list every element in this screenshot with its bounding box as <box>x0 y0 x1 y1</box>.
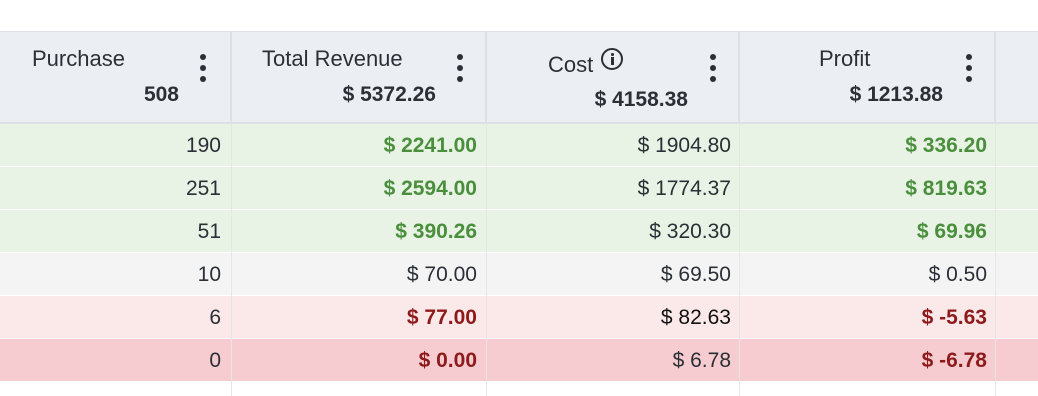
column-title-profit: Profit <box>819 46 871 71</box>
cell-cost: $ 320.30 <box>487 210 740 253</box>
cell-profit: $ -6.78 <box>740 339 996 382</box>
column-total-revenue: $ 5372.26 <box>342 83 436 106</box>
column-title-cost-label: Cost <box>548 52 594 77</box>
table-row[interactable]: 51 $ 390.26 $ 320.30 $ 69.96 <box>0 210 1038 253</box>
data-grid: Purchase 508 Total Revenue $ 5372.26 Cos… <box>0 31 1038 396</box>
column-total-cost: $ 4158.38 <box>594 88 688 111</box>
kebab-menu-icon[interactable] <box>709 54 717 84</box>
column-header-profit[interactable]: Profit $ 1213.88 <box>740 32 996 122</box>
cell-purchase: 0 <box>0 339 232 382</box>
cell-cost: $ 69.50 <box>487 253 740 296</box>
cell-revenue: $ 70.00 <box>232 253 487 296</box>
cell-purchase: 10 <box>0 253 232 296</box>
cell-cost: $ 82.63 <box>487 296 740 339</box>
grid-header: Purchase 508 Total Revenue $ 5372.26 Cos… <box>0 31 1038 124</box>
cell-profit: $ -5.63 <box>740 296 996 339</box>
kebab-menu-icon[interactable] <box>965 54 973 84</box>
cell-profit: $ 69.96 <box>740 210 996 253</box>
info-icon[interactable] <box>601 48 624 70</box>
column-title-cost: Cost <box>548 48 624 78</box>
cell-cost: $ 1904.80 <box>487 124 740 167</box>
table-row[interactable]: 6 $ 77.00 $ 82.63 $ -5.63 <box>0 296 1038 339</box>
cell-purchase: 51 <box>0 210 232 253</box>
cell-profit: $ 336.20 <box>740 124 996 167</box>
column-header-cost[interactable]: Cost $ 4158.38 <box>487 32 740 122</box>
column-title-total-revenue: Total Revenue <box>262 46 403 71</box>
cell-purchase: 251 <box>0 167 232 210</box>
table-row[interactable]: 190 $ 2241.00 $ 1904.80 $ 336.20 <box>0 124 1038 167</box>
cell-cost: $ 6.78 <box>487 339 740 382</box>
table-row[interactable]: 10 $ 70.00 $ 69.50 $ 0.50 <box>0 253 1038 296</box>
cell-cost: $ 1774.37 <box>487 167 740 210</box>
kebab-menu-icon[interactable] <box>199 54 207 84</box>
cell-purchase: 6 <box>0 296 232 339</box>
table-row[interactable]: 251 $ 2594.00 $ 1774.37 $ 819.63 <box>0 167 1038 210</box>
cell-revenue: $ 390.26 <box>232 210 487 253</box>
column-header-purchase[interactable]: Purchase 508 <box>0 32 232 122</box>
cell-revenue: $ 77.00 <box>232 296 487 339</box>
cell-revenue: $ 2594.00 <box>232 167 487 210</box>
cell-profit: $ 819.63 <box>740 167 996 210</box>
table-row[interactable]: 0 $ 0.00 $ 6.78 $ -6.78 <box>0 339 1038 382</box>
cell-revenue: $ 0.00 <box>232 339 487 382</box>
cell-purchase: 190 <box>0 124 232 167</box>
column-header-total-revenue[interactable]: Total Revenue $ 5372.26 <box>232 32 487 122</box>
cell-revenue: $ 2241.00 <box>232 124 487 167</box>
column-total-profit: $ 1213.88 <box>849 83 943 106</box>
column-total-purchase: 508 <box>143 83 179 106</box>
column-title-purchase: Purchase <box>32 46 125 71</box>
cell-profit: $ 0.50 <box>740 253 996 296</box>
kebab-menu-icon[interactable] <box>456 54 464 84</box>
